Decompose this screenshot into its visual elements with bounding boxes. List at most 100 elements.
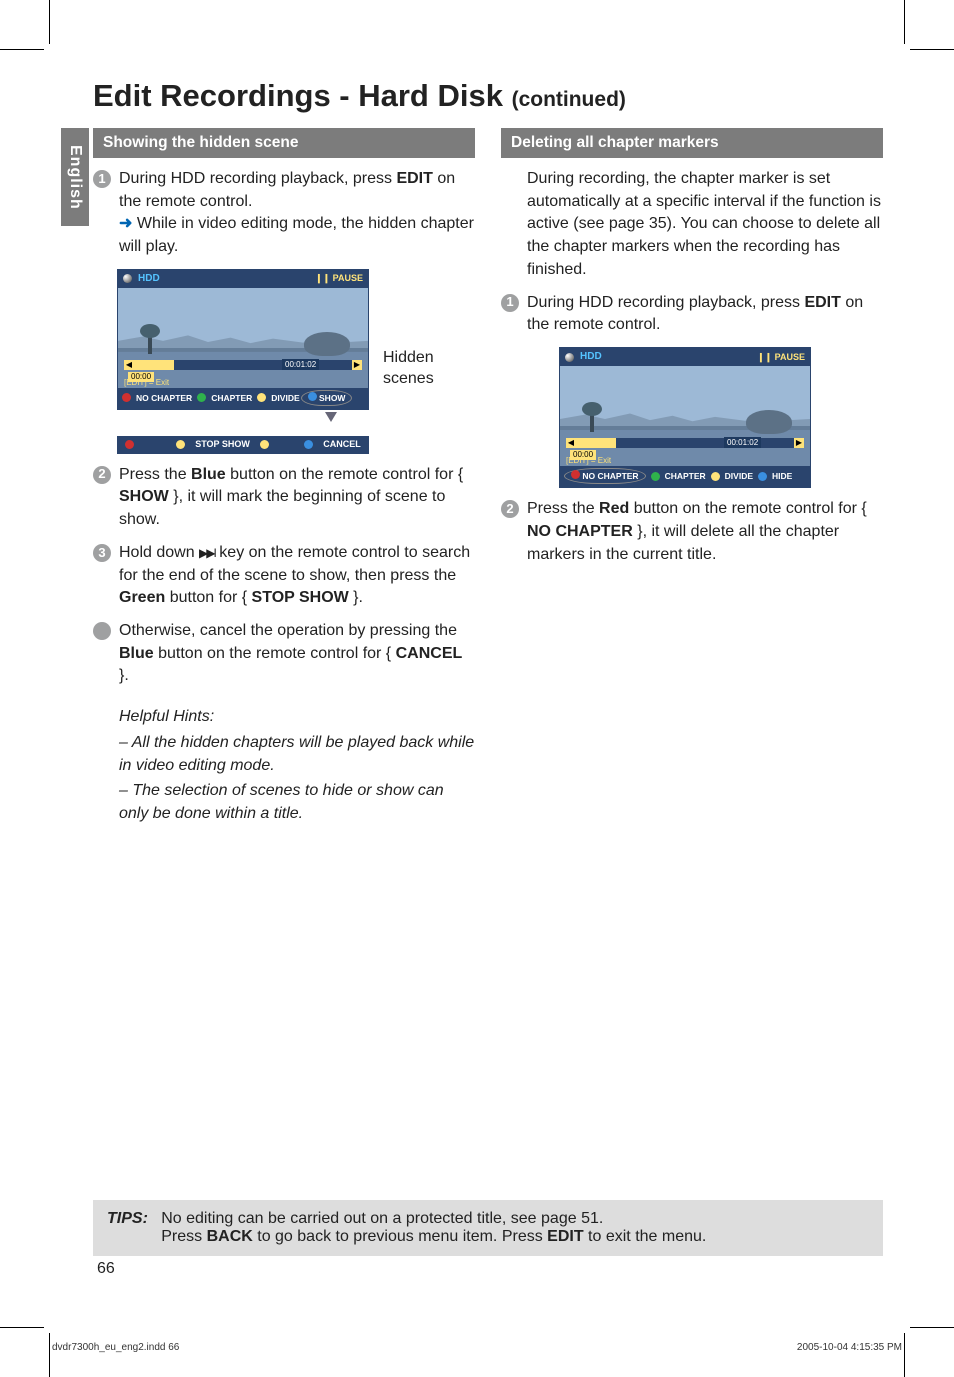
loe: }. [119, 667, 129, 684]
green-label: CHAPTER [211, 392, 252, 404]
preview-image: ◀ 00:01:02 ▶ 00:00 [EDIT] = Exit [118, 288, 368, 388]
footer-right: 2005-10-04 4:15:35 PM [797, 1342, 902, 1353]
timeline-played [134, 360, 174, 370]
blue-label-r: HIDE [772, 470, 792, 482]
blue-dot-icon-2 [304, 440, 313, 449]
footer-left: dvdr7300h_eu_eng2.indd 66 [52, 1342, 179, 1353]
blue-label-2: CANCEL [323, 438, 361, 451]
left-step-1: 1 During HDD recording playback, press E… [93, 168, 475, 259]
timeline-bar-r: ◀ 00:01:02 ▶ [566, 438, 804, 448]
pause-label: ❙❙ PAUSE [315, 272, 363, 285]
color-button-row: NO CHAPTER CHAPTER DIVIDE SHOW [118, 388, 368, 409]
timeline-left-arrow-icon-r: ◀ [566, 438, 576, 448]
timeline-marker-time-r: 00:01:02 [724, 437, 761, 448]
hints-2: – The selection of scenes to hide or sho… [119, 780, 475, 825]
t2d: EDIT [547, 1228, 583, 1245]
t2b: BACK [207, 1228, 253, 1245]
blue-dot-icon [308, 392, 317, 401]
r-intro: During recording, the chapter marker is … [527, 170, 881, 278]
yellow-label-2: STOP SHOW [195, 438, 250, 451]
right-column: Deleting all chapter markers During reco… [501, 122, 883, 829]
two-columns: Showing the hidden scene 1 During HDD re… [93, 122, 883, 829]
yellow-label-r: DIVIDE [725, 470, 753, 482]
red-dot-icon-r [571, 470, 580, 479]
right-step-2: 2 Press the Red button on the remote con… [501, 498, 883, 566]
r2a: Press the [527, 500, 599, 517]
rec-dot-icon-r [565, 353, 574, 362]
l3c: Green [119, 589, 165, 606]
red-label-r: NO CHAPTER [582, 471, 638, 481]
l3e: STOP SHOW [252, 589, 349, 606]
hidden-scenes-caption: Hidden scenes [383, 347, 453, 390]
yellow-dot-icon-2 [176, 440, 185, 449]
pause-label-r: ❙❙ PAUSE [757, 351, 805, 364]
title-suffix: (continued) [512, 88, 626, 111]
fast-forward-end-icon: ▶▶I [199, 546, 215, 560]
green-dot-icon-r [651, 472, 660, 481]
title-main: Edit Recordings - Hard Disk [93, 78, 512, 113]
yellow-dot-icon [257, 393, 266, 402]
timeline-bar: ◀ 00:01:02 ▶ [124, 360, 362, 370]
blue-dot-icon-r [758, 472, 767, 481]
edit-exit-hint: [EDIT] = Exit [124, 377, 169, 388]
left-band: Showing the hidden scene [93, 128, 475, 158]
bullet-1r: 1 [501, 294, 519, 312]
player-screenshot-right: HDD ❙❙ PAUSE ◀ 00:01:02 ▶ 00:00 [559, 347, 811, 488]
timeline-right-arrow-icon: ▶ [352, 360, 362, 370]
r2c: button on the remote control for { [629, 500, 866, 517]
l2d: SHOW [119, 488, 169, 505]
r1b: EDIT [804, 294, 840, 311]
helpful-hints: Helpful Hints: – All the hidden chapters… [93, 706, 475, 826]
l2a: Press the [119, 466, 191, 483]
l2b: Blue [191, 466, 226, 483]
hints-1: – All the hidden chapters will be played… [119, 732, 475, 777]
right-step-1: 1 During HDD recording playback, press E… [501, 292, 883, 337]
bullet-3: 3 [93, 544, 111, 562]
l1b: EDIT [396, 170, 432, 187]
page-content: Edit Recordings - Hard Disk (continued) … [93, 78, 883, 829]
rec-dot-icon [123, 274, 132, 283]
player-header: HDD ❙❙ PAUSE [118, 270, 368, 288]
l1d: While in video editing mode, the hidden … [119, 215, 474, 255]
bullet-1: 1 [93, 170, 111, 188]
language-tab: English [61, 128, 89, 226]
bullet-2: 2 [93, 466, 111, 484]
hdd-label-r: HDD [580, 350, 602, 364]
t2e: to exit the menu. [584, 1228, 707, 1245]
red-label: NO CHAPTER [136, 392, 192, 404]
right-band: Deleting all chapter markers [501, 128, 883, 158]
blue-label: SHOW [319, 393, 345, 403]
loa: Otherwise, cancel the operation by press… [119, 622, 457, 639]
l1a: During HDD recording playback, press [119, 170, 396, 187]
timeline-right-arrow-icon-r: ▶ [794, 438, 804, 448]
tips-line-1: No editing can be carried out on a prote… [161, 1210, 603, 1227]
l2e: }, it will mark the beginning of scene t… [119, 488, 445, 528]
t2c: to go back to previous menu item. Press [253, 1228, 547, 1245]
nochapter-oval: NO CHAPTER [564, 468, 646, 484]
left-step-3: 3 Hold down ▶▶I key on the remote contro… [93, 542, 475, 610]
l3a: Hold down [119, 544, 199, 561]
preview-image-r: ◀ 00:01:02 ▶ 00:00 [EDIT] = Exit [560, 366, 810, 466]
r2b: Red [599, 500, 629, 517]
left-step-2: 2 Press the Blue button on the remote co… [93, 464, 475, 532]
yellow-label: DIVIDE [271, 392, 299, 404]
timeline-marker-time: 00:01:02 [282, 359, 319, 370]
tips-box: TIPS: No editing can be carried out on a… [93, 1200, 883, 1256]
color-button-row-r: NO CHAPTER CHAPTER DIVIDE HIDE [560, 466, 810, 487]
hdd-label: HDD [138, 272, 160, 286]
page-number: 66 [97, 1260, 115, 1278]
yellow-dot-icon-r [711, 472, 720, 481]
footer: dvdr7300h_eu_eng2.indd 66 2005-10-04 4:1… [52, 1342, 902, 1353]
yellow-dot-icon-2b [260, 440, 269, 449]
red-dot-icon-2 [125, 440, 134, 449]
bullet-dot [93, 622, 111, 640]
lob: Blue [119, 645, 154, 662]
green-label-r: CHAPTER [665, 470, 706, 482]
page-title: Edit Recordings - Hard Disk (continued) [93, 78, 883, 114]
arrow-icon: ➜ [119, 215, 132, 232]
player-header-r: HDD ❙❙ PAUSE [560, 348, 810, 366]
l2c: button on the remote control for { [226, 466, 463, 483]
t2a: Press [161, 1228, 206, 1245]
l3f: }. [349, 589, 363, 606]
green-dot-icon [197, 393, 206, 402]
